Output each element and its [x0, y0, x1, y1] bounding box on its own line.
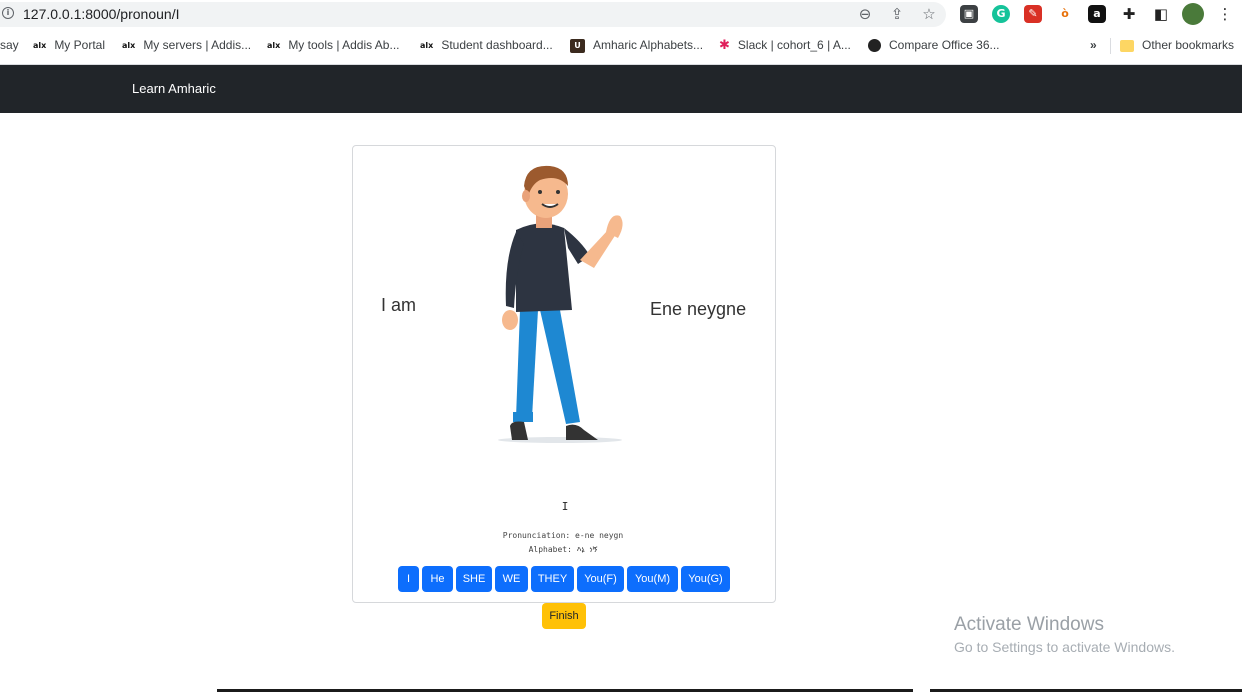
- pronoun-button-we[interactable]: WE: [495, 566, 528, 592]
- pronoun-word: I: [561, 500, 569, 513]
- globe-icon: [868, 39, 881, 53]
- share-icon[interactable]: ⇪: [888, 5, 906, 23]
- alx-icon: alx: [420, 41, 434, 51]
- pronunciation-text: Pronunciation: e-ne neygn: [502, 531, 624, 540]
- bookmark-item[interactable]: U Amharic Alphabets...: [570, 38, 703, 53]
- pronoun-button-you-m[interactable]: You(M): [627, 566, 678, 592]
- bookmark-item[interactable]: alx My Portal: [33, 38, 105, 52]
- zoom-icon[interactable]: ⊖: [856, 5, 874, 23]
- pronoun-button-you-f[interactable]: You(F): [577, 566, 624, 592]
- bookmark-item[interactable]: alx My tools | Addis Ab...: [267, 38, 399, 52]
- pronoun-button-you-g[interactable]: You(G): [681, 566, 730, 592]
- folder-icon: [1120, 39, 1134, 52]
- bookmarks-divider: [1110, 38, 1111, 54]
- pdf-extension-icon[interactable]: ✎: [1024, 5, 1042, 23]
- pronunciation-block: Pronunciation: e-ne neygn Alphabet: እኔ ነ…: [463, 529, 663, 557]
- pronoun-button-i[interactable]: I: [398, 566, 419, 592]
- english-phrase: I am: [381, 295, 417, 315]
- lock-extension-icon[interactable]: a: [1088, 5, 1106, 23]
- navbar-brand[interactable]: Learn Amharic: [132, 81, 216, 96]
- slack-icon: ✱: [719, 38, 730, 54]
- bookmarks-overflow[interactable]: »: [1090, 38, 1097, 52]
- bookmark-item[interactable]: say: [0, 38, 19, 52]
- bookmark-item[interactable]: alx My servers | Addis...: [122, 38, 251, 52]
- pronoun-button-she[interactable]: SHE: [456, 566, 492, 592]
- activate-windows-subtitle: Go to Settings to activate Windows.: [954, 639, 1175, 655]
- side-panel-icon[interactable]: ◧: [1152, 5, 1170, 23]
- alphabet-text: Alphabet: እኔ ነኝ: [528, 545, 598, 554]
- activate-windows-title: Activate Windows: [954, 614, 1104, 635]
- bookmarks-bar: say alx My Portal alx My servers | Addis..…: [0, 29, 1242, 65]
- amharic-phrase: Ene neygne: [650, 299, 747, 319]
- other-bookmarks[interactable]: Other bookmarks: [1120, 38, 1234, 52]
- pronoun-button-he[interactable]: He: [422, 566, 453, 592]
- alx-icon: alx: [33, 41, 47, 51]
- info-icon[interactable]: i: [2, 7, 14, 19]
- bookmark-item[interactable]: Compare Office 36...: [868, 38, 1000, 53]
- extension-icon[interactable]: ▣: [960, 5, 978, 23]
- kebab-menu-icon[interactable]: ⋮: [1216, 5, 1234, 23]
- puzzle-icon[interactable]: ✚: [1120, 5, 1138, 23]
- star-icon[interactable]: ☆: [920, 5, 938, 23]
- character-illustration: [498, 165, 623, 443]
- alx-icon: alx: [122, 41, 136, 51]
- bookmark-item[interactable]: alx Student dashboard...: [420, 38, 553, 52]
- book-icon: U: [570, 38, 585, 53]
- flame-extension-icon[interactable]: ò: [1056, 5, 1074, 23]
- app-navbar: Learn Amharic: [0, 65, 1242, 113]
- browser-toolbar: i 127.0.0.1:8000/pronoun/I ⊖ ⇪ ☆ ▣ G ✎ ò…: [0, 0, 1242, 29]
- bookmark-item[interactable]: ✱ Slack | cohort_6 | A...: [719, 38, 851, 53]
- url-text[interactable]: 127.0.0.1:8000/pronoun/I: [23, 6, 179, 22]
- alx-icon: alx: [267, 41, 281, 51]
- pronoun-button-they[interactable]: THEY: [531, 566, 574, 592]
- profile-avatar[interactable]: [1182, 3, 1204, 25]
- finish-button[interactable]: Finish: [542, 603, 586, 629]
- grammarly-icon[interactable]: G: [992, 5, 1010, 23]
